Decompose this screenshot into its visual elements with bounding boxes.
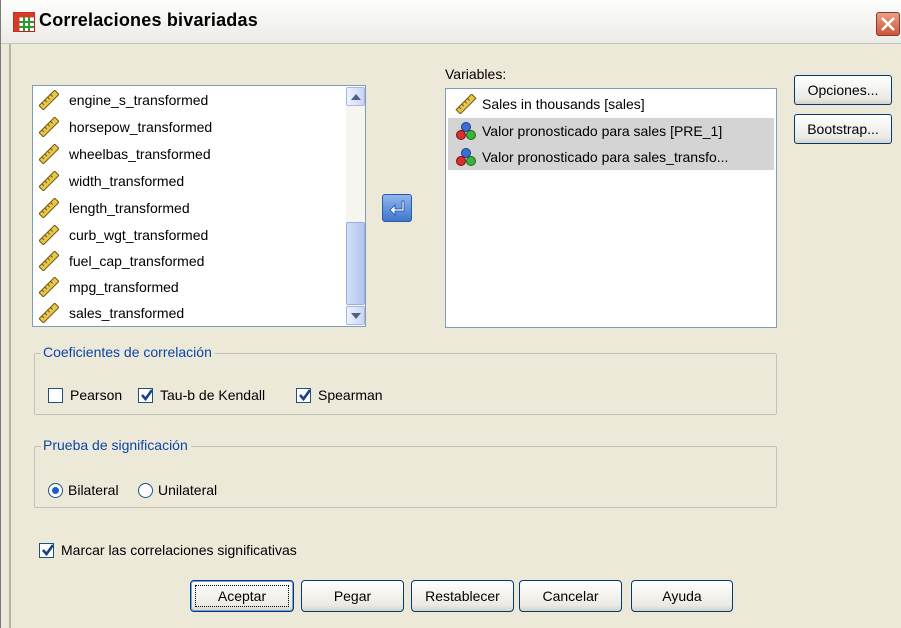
group-legend: Prueba de significación (41, 437, 191, 453)
correlation-coefficients-group (34, 353, 777, 415)
list-item-label: width_transformed (69, 173, 185, 189)
ruler-icon (39, 117, 59, 137)
list-item-label: curb_wgt_transformed (69, 227, 209, 243)
close-button[interactable] (876, 12, 900, 36)
checkmark-icon (299, 389, 312, 402)
arrow-left-icon (389, 200, 405, 216)
list-item-label: wheelbas_transformed (69, 146, 211, 162)
variables-label: Variables: (445, 66, 507, 82)
move-variable-button[interactable] (382, 194, 412, 222)
kendall-checkbox[interactable] (138, 388, 154, 403)
chevron-down-icon (351, 313, 361, 319)
list-item-label: length_transformed (69, 200, 190, 216)
list-item-label: mpg_transformed (69, 279, 179, 295)
ruler-icon (39, 277, 59, 297)
close-icon (881, 17, 895, 31)
list-item-label: engine_s_transformed (69, 92, 209, 108)
ok-button[interactable]: Aceptar (190, 580, 294, 612)
options-button[interactable]: Opciones... (794, 75, 892, 105)
spearman-checkbox[interactable] (296, 388, 312, 403)
variables-list[interactable]: Sales in thousands [sales] Valor pronost… (445, 88, 777, 328)
table-grid-icon (13, 12, 35, 32)
list-item-label: Valor pronosticado para sales_transfo... (482, 149, 729, 165)
vertical-scrollbar[interactable] (346, 87, 365, 325)
nominal-balls-icon (456, 148, 476, 166)
unilateral-radio[interactable] (138, 483, 153, 498)
checkmark-icon (42, 544, 55, 557)
chevron-up-icon (351, 94, 361, 100)
frame-border (9, 44, 11, 628)
bilateral-label: Bilateral (68, 482, 119, 498)
spearman-label: Spearman (318, 387, 383, 403)
ruler-icon (39, 303, 59, 323)
list-item-label: sales_transformed (69, 305, 185, 321)
bootstrap-button[interactable]: Bootstrap... (794, 114, 892, 144)
unilateral-label: Unilateral (158, 482, 218, 498)
list-item-label: fuel_cap_transformed (69, 253, 205, 269)
ruler-icon (39, 171, 59, 191)
scroll-down-button[interactable] (346, 306, 365, 325)
ruler-icon (39, 144, 59, 164)
checkmark-icon (141, 389, 154, 402)
significance-test-group (34, 446, 777, 508)
flag-significant-label: Marcar las correlaciones significativas (61, 542, 297, 558)
list-item-label: Sales in thousands [sales] (482, 96, 645, 112)
paste-button[interactable]: Pegar (301, 580, 404, 612)
list-item-label: horsepow_transformed (69, 119, 213, 135)
dialog-window: Correlaciones bivariadas engine_s_transf… (0, 0, 901, 628)
ruler-icon (39, 251, 59, 271)
help-button[interactable]: Ayuda (631, 580, 733, 612)
ruler-icon (39, 225, 59, 245)
list-item-label: Valor pronosticado para sales [PRE_1] (482, 123, 723, 139)
scroll-thumb[interactable] (346, 222, 365, 305)
scroll-up-button[interactable] (346, 87, 365, 106)
focus-rect (195, 585, 289, 607)
list-item[interactable]: Sales in thousands [sales] (448, 91, 774, 117)
reset-button[interactable]: Restablecer (411, 580, 514, 612)
bilateral-radio[interactable] (48, 483, 63, 498)
group-legend: Coeficientes de correlación (41, 344, 215, 360)
ruler-icon (39, 90, 59, 110)
pearson-checkbox[interactable] (48, 388, 63, 403)
title-bar[interactable]: Correlaciones bivariadas (1, 0, 901, 44)
window-title: Correlaciones bivariadas (39, 10, 258, 30)
source-variable-list[interactable]: engine_s_transformed horsepow_transforme… (32, 85, 366, 327)
nominal-balls-icon (456, 122, 476, 140)
ruler-icon (455, 94, 477, 114)
kendall-label: Tau-b de Kendall (160, 387, 266, 403)
list-item[interactable]: Valor pronosticado para sales [PRE_1] (448, 118, 774, 144)
ruler-icon (39, 198, 59, 218)
list-item[interactable]: Valor pronosticado para sales_transfo... (448, 144, 774, 170)
cancel-button[interactable]: Cancelar (519, 580, 622, 612)
flag-significant-checkbox[interactable] (39, 543, 55, 558)
pearson-label: Pearson (70, 387, 123, 403)
